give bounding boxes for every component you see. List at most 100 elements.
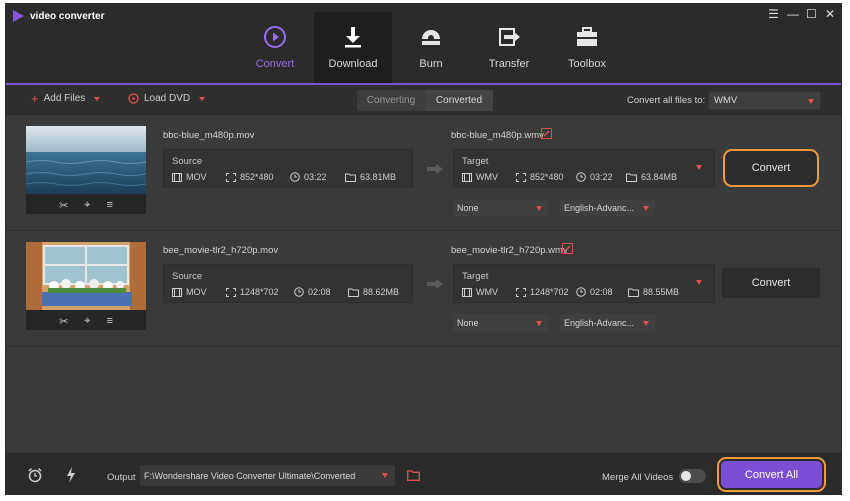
output-label: Output — [107, 472, 136, 483]
app-logo: video converter — [13, 10, 104, 22]
nav-download-label: Download — [328, 58, 378, 70]
lightning-icon[interactable] — [66, 467, 76, 483]
target-info: WMV 1248*702 02:08 88.55MB — [462, 287, 679, 297]
crop-icon[interactable]: ⌖ — [84, 199, 90, 212]
source-resolution: 1248*702 — [226, 287, 294, 297]
folder-icon — [626, 173, 637, 182]
chevron-down-icon — [199, 96, 206, 101]
nav-transfer-label: Transfer — [488, 58, 530, 70]
convert-all-button-outline: Convert All — [717, 457, 826, 492]
audio-track-select[interactable]: English-Advanc... — [560, 314, 655, 332]
subtitle-select[interactable]: None — [453, 199, 548, 217]
chevron-down-icon — [643, 321, 649, 326]
nav-convert[interactable]: Convert — [236, 12, 314, 83]
source-panel: Source MOV 1248*702 02:08 88.62MB — [163, 264, 413, 303]
target-size: 63.84MB — [626, 172, 677, 182]
convert-all-to-label: Convert all files to: — [627, 95, 706, 106]
open-folder-icon[interactable] — [407, 470, 420, 481]
thumbnail-tools: ✂ ⌖ ≡ — [26, 194, 146, 212]
resolution-icon — [226, 287, 236, 297]
maximize-icon[interactable]: ☐ — [806, 7, 817, 21]
app-window: video converter ☰ — ☐ ✕ Convert Download — [5, 3, 842, 495]
chevron-down-icon — [94, 96, 101, 101]
target-panel[interactable]: Target WMV 1248*702 02:08 88.55MB — [453, 264, 715, 303]
chevron-down-icon — [382, 473, 388, 478]
target-info: WMV 852*480 03:22 63.84MB — [462, 172, 677, 182]
chevron-down-icon — [643, 206, 649, 211]
file-list: ✂ ⌖ ≡ bbc-blue_m480p.mov Source MOV 852*… — [6, 116, 841, 453]
clock-icon — [294, 287, 304, 297]
app-title: video converter — [30, 10, 105, 22]
folder-icon — [348, 288, 359, 297]
source-format: MOV — [172, 172, 226, 182]
add-files-button[interactable]: + Add Files — [31, 92, 101, 105]
folder-icon — [345, 173, 356, 182]
arrow-right-icon — [427, 164, 443, 174]
edit-icon[interactable] — [541, 128, 552, 139]
nav-transfer[interactable]: Transfer — [470, 12, 548, 83]
scissors-icon[interactable]: ✂ — [59, 199, 68, 212]
target-duration: 02:08 — [576, 287, 628, 297]
source-info: MOV 852*480 03:22 63.81MB — [172, 172, 396, 182]
transfer-icon — [498, 23, 520, 51]
target-label: Target — [462, 156, 489, 167]
nav-toolbox-label: Toolbox — [568, 58, 606, 70]
tab-converted[interactable]: Converted — [425, 90, 493, 111]
nav-download[interactable]: Download — [314, 12, 392, 83]
crop-icon[interactable]: ⌖ — [84, 315, 90, 328]
video-thumbnail[interactable] — [26, 242, 146, 310]
menu-icon[interactable]: ☰ — [768, 7, 779, 21]
convert-button[interactable]: Convert — [722, 268, 820, 298]
convert-all-button[interactable]: Convert All — [721, 461, 822, 488]
alarm-clock-icon[interactable] — [27, 467, 43, 483]
scissors-icon[interactable]: ✂ — [59, 315, 68, 328]
merge-toggle[interactable] — [679, 469, 706, 483]
source-size: 63.81MB — [345, 172, 396, 182]
source-info: MOV 1248*702 02:08 88.62MB — [172, 287, 399, 297]
subtitle-select[interactable]: None — [453, 314, 548, 332]
resolution-icon — [226, 172, 236, 182]
output-format-select[interactable]: WMV — [708, 91, 821, 110]
source-duration: 02:08 — [294, 287, 348, 297]
chevron-down-icon[interactable] — [696, 165, 702, 170]
source-label: Source — [172, 271, 203, 282]
target-format: WMV — [462, 172, 516, 182]
target-duration: 03:22 — [576, 172, 626, 182]
window-controls: ☰ — ☐ ✕ — [768, 7, 835, 21]
load-dvd-button[interactable]: Load DVD — [128, 93, 206, 104]
chevron-down-icon — [536, 321, 542, 326]
target-resolution: 1248*702 — [516, 287, 576, 297]
target-size: 88.55MB — [628, 287, 679, 297]
thumbnail-card: ✂ ⌖ ≡ — [26, 242, 146, 330]
minimize-icon[interactable]: — — [787, 7, 799, 21]
nav-burn[interactable]: Burn — [392, 12, 470, 83]
film-icon — [462, 172, 472, 182]
adjust-icon[interactable]: ≡ — [107, 315, 113, 328]
nav-toolbox[interactable]: Toolbox — [548, 12, 626, 83]
target-filename: bee_movie-tlr2_h720p.wmv — [451, 245, 568, 256]
download-icon — [343, 23, 363, 51]
chevron-down-icon[interactable] — [696, 280, 702, 285]
target-resolution: 852*480 — [516, 172, 576, 182]
tab-converting[interactable]: Converting — [357, 90, 425, 111]
adjust-icon[interactable]: ≡ — [107, 199, 113, 212]
resolution-icon — [516, 287, 526, 297]
close-icon[interactable]: ✕ — [825, 7, 835, 21]
output-path-select[interactable]: F:\Wondershare Video Converter Ultimate\… — [140, 465, 395, 486]
source-filename: bee_movie-tlr2_h720p.mov — [163, 245, 279, 256]
edit-icon[interactable] — [562, 243, 573, 254]
merge-all-videos-label: Merge All Videos — [602, 472, 674, 483]
toggle-knob — [681, 471, 691, 481]
dvd-icon — [128, 93, 139, 104]
clock-icon — [290, 172, 300, 182]
video-thumbnail[interactable] — [26, 126, 146, 194]
source-duration: 03:22 — [290, 172, 345, 182]
convert-icon — [263, 23, 287, 51]
nav-convert-label: Convert — [255, 58, 295, 70]
source-format: MOV — [172, 287, 226, 297]
convert-button[interactable]: Convert — [723, 149, 819, 187]
logo-play-icon — [13, 10, 24, 22]
toolbar: + Add Files Load DVD Converting Converte… — [6, 85, 841, 115]
target-panel[interactable]: Target WMV 852*480 03:22 63.84MB — [453, 149, 715, 188]
audio-track-select[interactable]: English-Advanc... — [560, 199, 655, 217]
